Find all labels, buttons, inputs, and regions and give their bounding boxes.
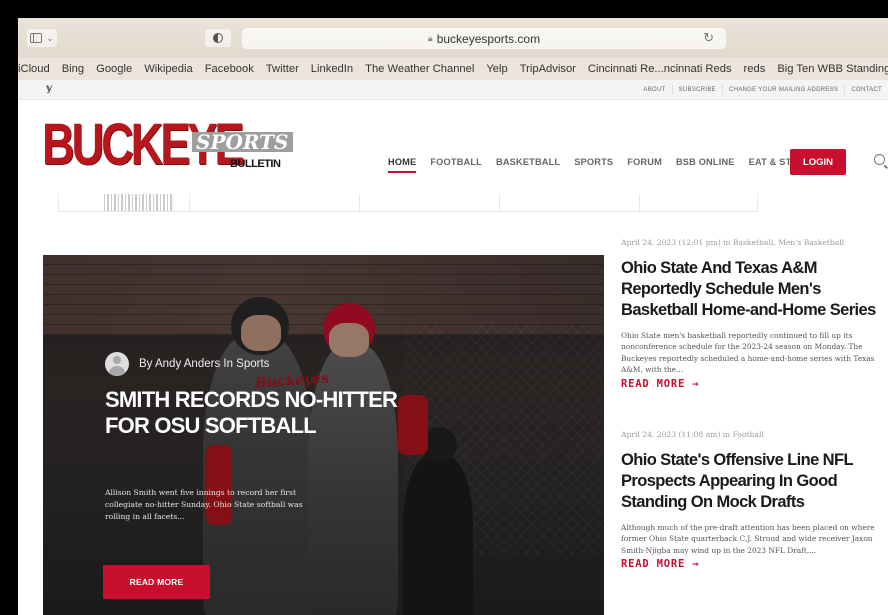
lock-icon: 🔒︎ xyxy=(427,33,433,43)
divider xyxy=(189,194,190,211)
post-excerpt: Ohio State men's basketball reportedly c… xyxy=(621,331,875,375)
post-item: April 24, 2023 (12:01 pm) in Basketball,… xyxy=(621,238,888,390)
shield-icon xyxy=(213,33,223,43)
sidebar-toggle-button[interactable]: ⌄ xyxy=(26,28,58,48)
nav-forum[interactable]: FORUM xyxy=(627,157,662,167)
twitter-icon[interactable]: 𝕪 xyxy=(46,83,52,94)
login-button[interactable]: LOGIN xyxy=(790,149,846,175)
address-bar[interactable]: 🔒︎ buckeyesports.com ↻ xyxy=(242,28,726,49)
subscribe-link[interactable]: SUBSCRIBE xyxy=(671,85,722,95)
post-read-more-link[interactable]: READ MORE → xyxy=(621,378,888,390)
contact-link[interactable]: CONTACT xyxy=(844,85,888,95)
post-title[interactable]: Ohio State's Offensive Line NFL Prospect… xyxy=(621,450,888,513)
nav-bsb-online[interactable]: BSB ONLINE xyxy=(676,157,735,167)
utility-links: ABOUT SUBSCRIBE CHANGE YOUR MAILING ADDR… xyxy=(637,80,888,100)
browser-window: ⌄ 🔒︎ buckeyesports.com ↻ iCloud Bing Goo… xyxy=(18,18,888,615)
favorite-link[interactable]: TripAdvisor xyxy=(520,63,576,75)
favorite-link[interactable]: Google xyxy=(96,63,132,75)
logo-sports-text: SPORTS xyxy=(192,132,293,152)
favorite-link[interactable]: Cincinnati Re...ncinnati Reds xyxy=(588,63,732,75)
barcode-graphic xyxy=(104,194,174,211)
byline-text[interactable]: By Andy Anders In Sports xyxy=(139,358,269,370)
favorite-link[interactable]: Bing xyxy=(62,63,84,75)
divider xyxy=(359,194,360,211)
hero-feature[interactable]: Buckeyes By Andy Anders In Sports SMITH … xyxy=(43,255,604,615)
favorite-link[interactable]: Twitter xyxy=(266,63,299,75)
favorite-link[interactable]: Facebook xyxy=(205,63,254,75)
nav-football[interactable]: FOOTBALL xyxy=(430,157,482,167)
site-logo[interactable]: BUCKEYE SPORTS BULLETIN xyxy=(42,116,293,176)
search-icon[interactable] xyxy=(874,154,885,165)
site-topbar: 𝕪 ABOUT SUBSCRIBE CHANGE YOUR MAILING AD… xyxy=(18,80,888,100)
privacy-button[interactable] xyxy=(204,28,232,48)
url-text: buckeyesports.com xyxy=(436,31,541,46)
favorite-link[interactable]: iCloud xyxy=(18,63,50,75)
favorite-link[interactable]: The Weather Channel xyxy=(365,63,474,75)
post-item: April 24, 2023 (11:08 am) in Football Oh… xyxy=(621,430,888,570)
nav-home[interactable]: HOME xyxy=(388,157,417,173)
post-meta: April 24, 2023 (11:08 am) in Football xyxy=(621,430,764,439)
ad-strip xyxy=(58,194,758,212)
change-address-link[interactable]: CHANGE YOUR MAILING ADDRESS xyxy=(721,85,844,95)
nav-sports[interactable]: SPORTS xyxy=(574,157,613,167)
hero-excerpt: Allison Smith went five innings to recor… xyxy=(105,488,303,521)
main-nav: HOME FOOTBALL BASKETBALL SPORTS FORUM BS… xyxy=(388,152,817,173)
sidebar-icon xyxy=(30,33,43,43)
divider xyxy=(499,194,500,211)
favorite-link[interactable]: Big Ten WBB Standings xyxy=(777,63,888,75)
hero-title[interactable]: SMITH RECORDS NO-HITTER FOR OSU SOFTBALL xyxy=(105,387,405,439)
logo-bulletin-text: BULLETIN xyxy=(230,158,281,170)
site-header: BUCKEYE SPORTS BULLETIN HOME FOOTBALL BA… xyxy=(18,100,888,192)
favorite-link[interactable]: reds xyxy=(744,63,766,75)
hero-read-more-button[interactable]: READ MORE xyxy=(103,565,210,599)
post-read-more-link[interactable]: READ MORE → xyxy=(621,558,888,570)
post-title[interactable]: Ohio State And Texas A&M Reportedly Sche… xyxy=(621,258,888,321)
post-meta: April 24, 2023 (12:01 pm) in Basketball,… xyxy=(621,238,845,247)
hero-byline: By Andy Anders In Sports xyxy=(105,352,269,376)
about-link[interactable]: ABOUT xyxy=(637,85,671,95)
post-excerpt: Although much of the pre-draft attention… xyxy=(621,523,875,555)
favorite-link[interactable]: Wikipedia xyxy=(144,63,193,75)
chevron-down-icon: ⌄ xyxy=(46,32,54,43)
divider xyxy=(639,194,640,211)
favorites-bar: iCloud Bing Google Wikipedia Facebook Tw… xyxy=(18,58,888,80)
nav-basketball[interactable]: BASKETBALL xyxy=(496,157,560,167)
reload-icon[interactable]: ↻ xyxy=(703,30,714,46)
avatar xyxy=(105,352,129,376)
favorite-link[interactable]: LinkedIn xyxy=(311,63,353,75)
favorite-link[interactable]: Yelp xyxy=(486,63,507,75)
browser-toolbar: ⌄ 🔒︎ buckeyesports.com ↻ xyxy=(18,18,888,58)
